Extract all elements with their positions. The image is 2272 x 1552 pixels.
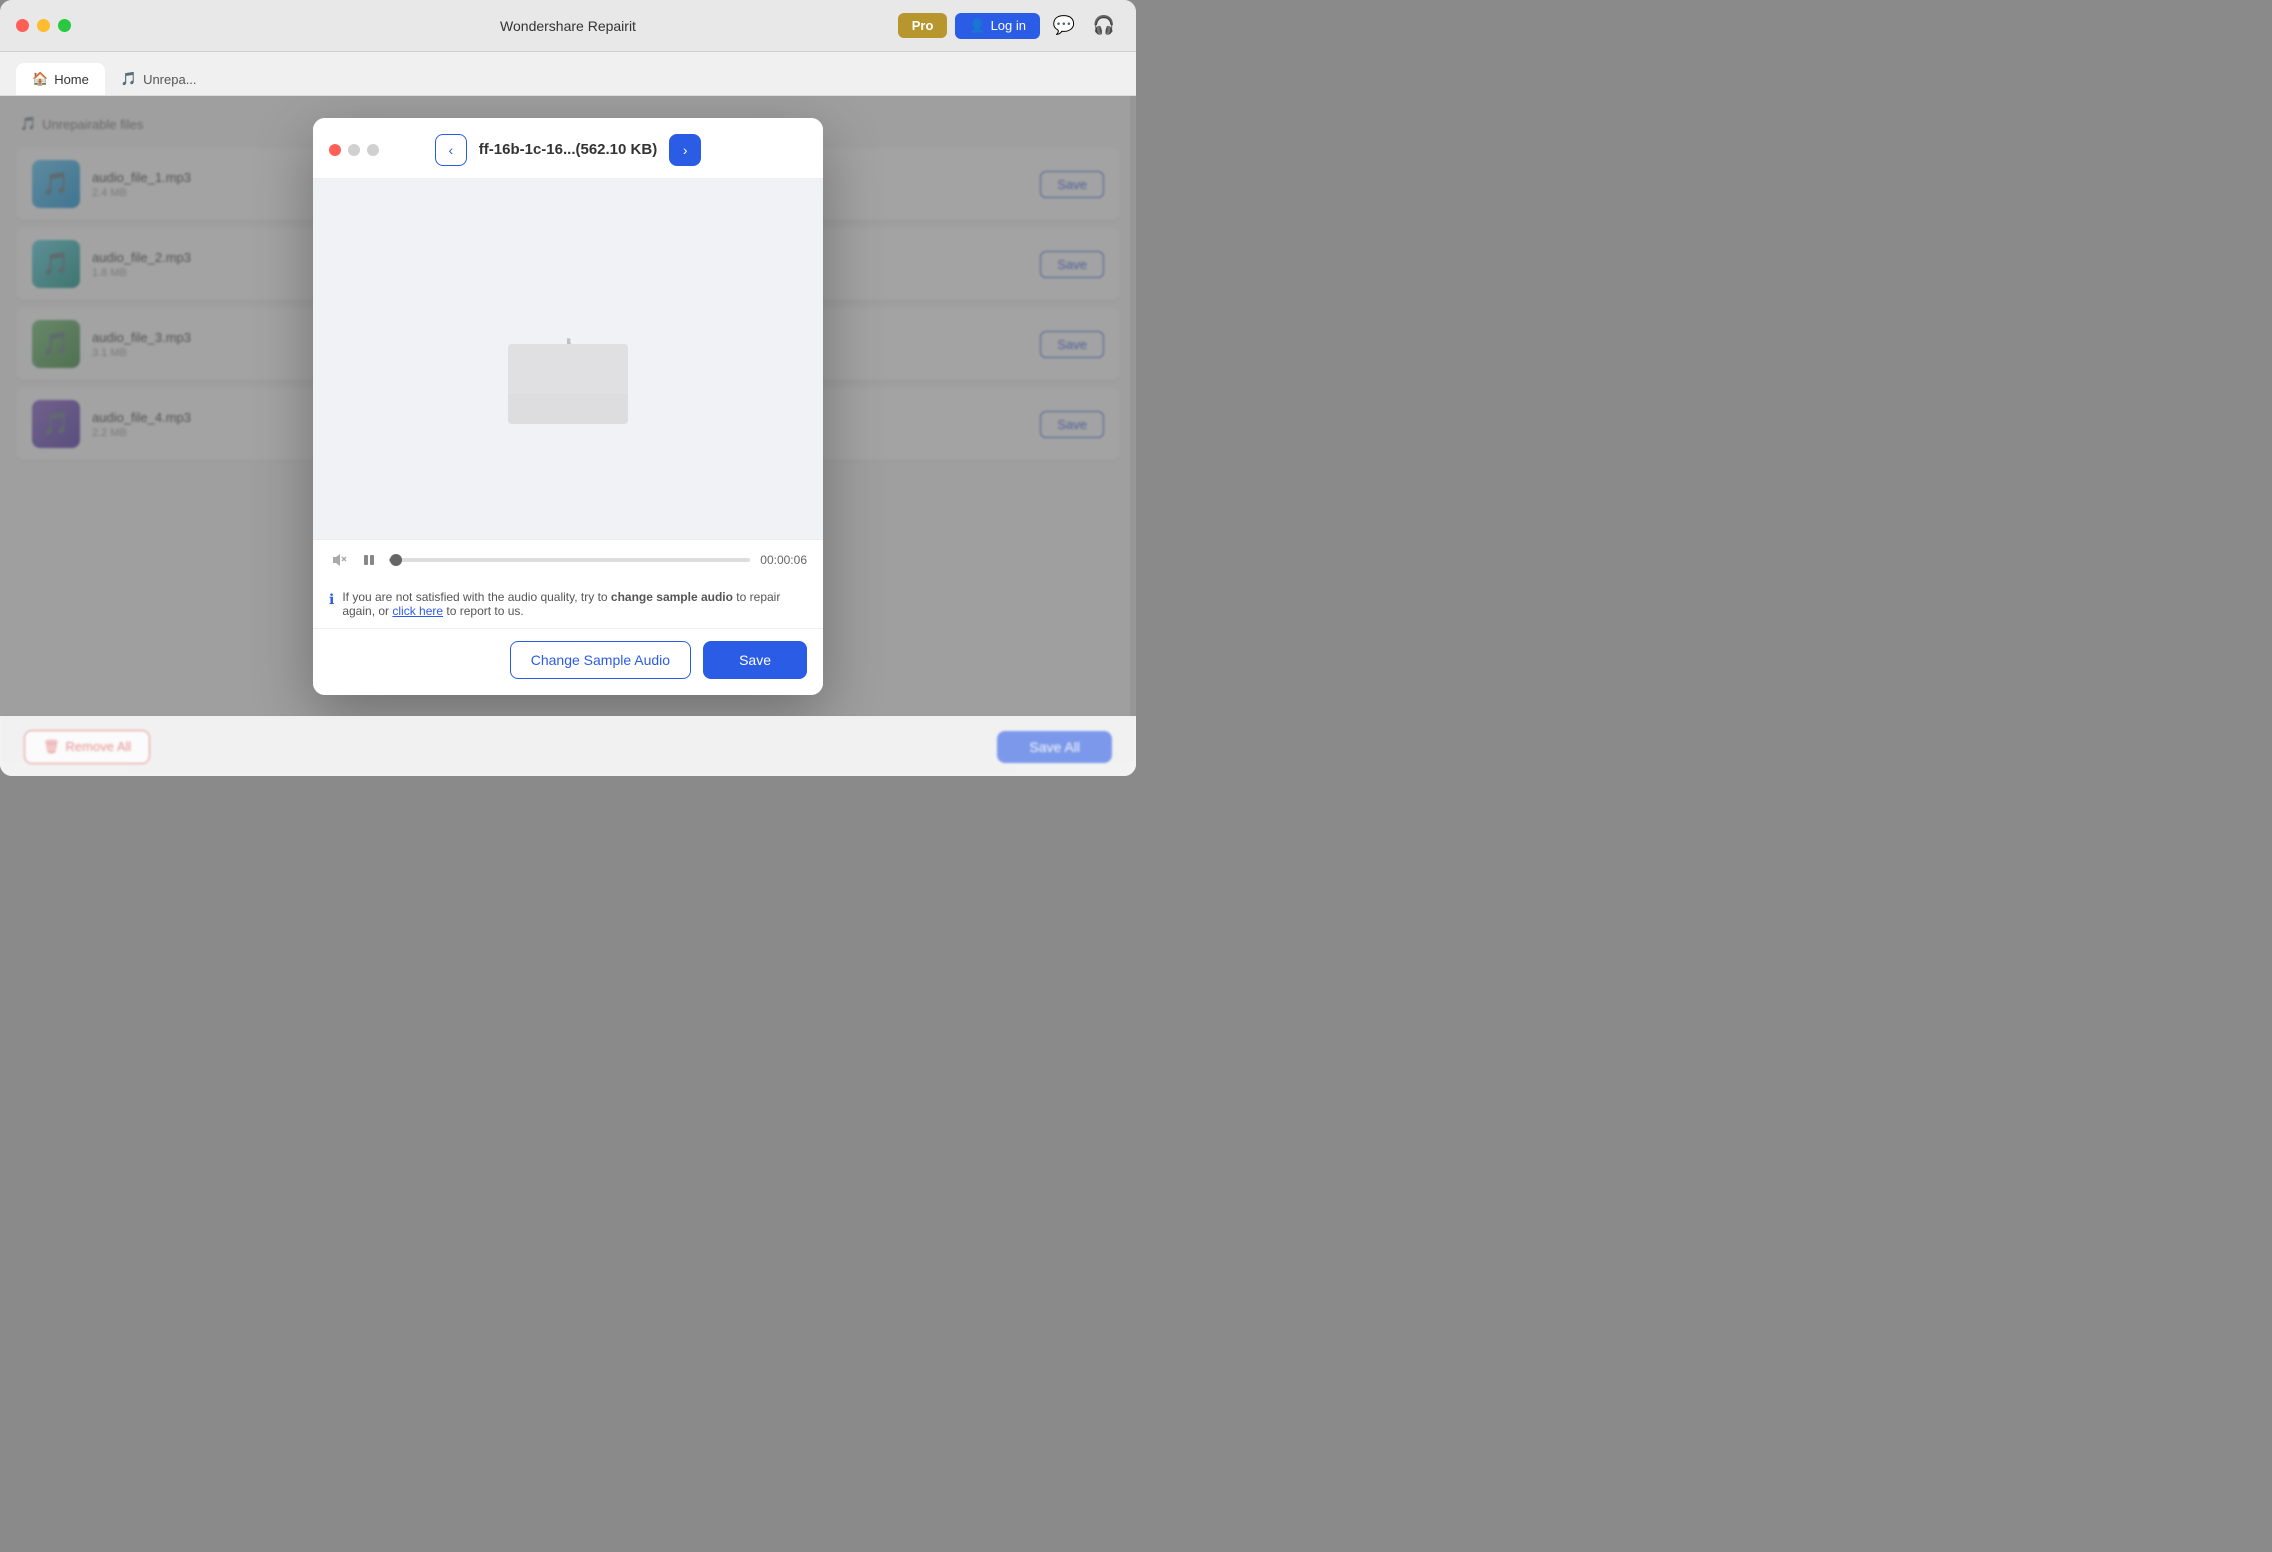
pro-button[interactable]: Pro xyxy=(898,13,948,38)
main-content: 🎵 Unrepairable files 🎵 audio_file_1.mp3 … xyxy=(0,96,1136,716)
user-icon: 👤 xyxy=(969,18,985,34)
home-tab[interactable]: 🏠 Home xyxy=(16,63,105,95)
modal-window-controls xyxy=(329,144,379,156)
next-file-button[interactable]: › xyxy=(669,134,701,166)
window-controls xyxy=(16,19,71,32)
modal-minimize-button[interactable] xyxy=(348,144,360,156)
album-art-placeholder xyxy=(508,344,628,424)
app-title: Wondershare Repairit xyxy=(500,18,636,34)
title-bar-actions: Pro 👤 Log in 💬 🎧 xyxy=(898,10,1120,42)
modal-save-button[interactable]: Save xyxy=(703,641,807,679)
minimize-window-button[interactable] xyxy=(37,19,50,32)
time-display: 00:00:06 xyxy=(760,553,807,567)
title-bar: Wondershare Repairit Pro 👤 Log in 💬 🎧 xyxy=(0,0,1136,52)
headphone-icon[interactable]: 🎧 xyxy=(1088,10,1120,42)
modal-title-bar: ‹ ff-16b-1c-16...(562.10 KB) › xyxy=(313,118,823,179)
modal-nav: ‹ ff-16b-1c-16...(562.10 KB) › xyxy=(435,134,701,166)
modal-overlay: ‹ ff-16b-1c-16...(562.10 KB) › ♪ xyxy=(0,96,1136,716)
maximize-window-button[interactable] xyxy=(58,19,71,32)
audio-display-area: ♪ xyxy=(313,179,823,539)
report-link[interactable]: click here xyxy=(392,604,443,618)
prev-file-button[interactable]: ‹ xyxy=(435,134,467,166)
home-icon: 🏠 xyxy=(32,71,48,87)
info-message: ℹ If you are not satisfied with the audi… xyxy=(313,580,823,628)
info-icon: ℹ xyxy=(329,591,334,608)
progress-handle[interactable] xyxy=(390,554,402,566)
chevron-left-icon: ‹ xyxy=(448,142,453,158)
music-tab-icon: 🎵 xyxy=(121,71,137,87)
pause-icon[interactable] xyxy=(359,550,379,570)
app-window: Wondershare Repairit Pro 👤 Log in 💬 🎧 🏠 … xyxy=(0,0,1136,776)
audio-artwork: ♪ xyxy=(478,269,658,449)
modal-close-button[interactable] xyxy=(329,144,341,156)
modal-footer: Change Sample Audio Save xyxy=(313,628,823,695)
bottom-bar: 🗑 Remove All Save All xyxy=(0,716,1136,776)
progress-bar[interactable] xyxy=(389,558,750,562)
save-all-button[interactable]: Save All xyxy=(997,731,1112,763)
modal-filename: ff-16b-1c-16...(562.10 KB) xyxy=(479,141,657,158)
change-sample-audio-button[interactable]: Change Sample Audio xyxy=(510,641,691,679)
modal-maximize-button[interactable] xyxy=(367,144,379,156)
close-window-button[interactable] xyxy=(16,19,29,32)
mute-icon[interactable] xyxy=(329,550,349,570)
chevron-right-icon: › xyxy=(683,142,688,158)
remove-all-button[interactable]: 🗑 Remove All xyxy=(24,730,150,764)
nav-bar: 🏠 Home 🎵 Unrepa... xyxy=(0,52,1136,96)
info-text: If you are not satisfied with the audio … xyxy=(342,590,807,618)
unrepairable-tab[interactable]: 🎵 Unrepa... xyxy=(105,63,213,95)
chat-icon[interactable]: 💬 xyxy=(1048,10,1080,42)
audio-preview-modal: ‹ ff-16b-1c-16...(562.10 KB) › ♪ xyxy=(313,118,823,695)
app-content: 🏠 Home 🎵 Unrepa... 🎵 Unrepairable files … xyxy=(0,52,1136,776)
player-controls: 00:00:06 xyxy=(313,539,823,580)
trash-icon: 🗑 xyxy=(43,739,60,755)
login-button[interactable]: 👤 Log in xyxy=(955,13,1040,39)
